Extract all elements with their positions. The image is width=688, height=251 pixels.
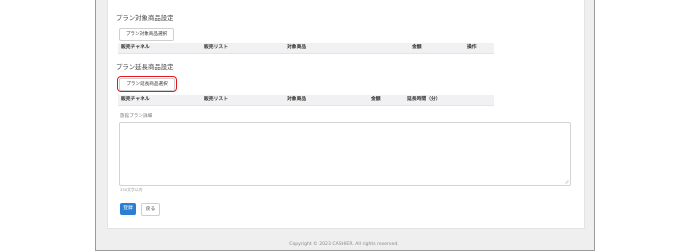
column-sales-channel: 販売チャネル	[121, 97, 150, 102]
column-target-product: 対象商品	[287, 97, 307, 102]
plan-extension-title: プラン延長商品設定	[116, 63, 174, 71]
footer-copyright: Copyright © 2023 CASHIER. All rights res…	[289, 242, 399, 247]
column-extension-minutes: 延長時間（分）	[407, 97, 441, 102]
column-sales-list: 販売リスト	[204, 45, 228, 50]
form-card: プラン対象商品設定 プラン対象商品選択 販売チャネル 販売リスト 対象商品 金額…	[107, 0, 585, 229]
column-amount: 金額	[371, 97, 381, 102]
back-button[interactable]: 戻る	[141, 203, 160, 216]
plan-extension-select-button[interactable]: プラン延長商品選択	[119, 77, 175, 91]
column-target-product: 対象商品	[287, 45, 307, 50]
plan-target-table-header: 販売チャネル 販売リスト 対象商品 金額 操作	[118, 43, 494, 54]
column-operation: 操作	[467, 45, 477, 50]
plan-extension-table-header: 販売チャネル 販売リスト 対象商品 金額 延長時間（分）	[118, 95, 494, 106]
column-sales-list: 販売リスト	[204, 97, 228, 102]
register-button[interactable]: 登録	[120, 203, 136, 215]
plan-target-title: プラン対象商品設定	[116, 14, 174, 22]
plan-details-label: 旅館プラン詳細	[120, 114, 153, 119]
column-amount: 金額	[412, 45, 422, 50]
character-limit-hint: 250文字以内	[120, 187, 143, 192]
resize-grip-icon[interactable]	[564, 179, 569, 184]
column-sales-channel: 販売チャネル	[121, 45, 150, 50]
highlight-box: プラン延長商品選択	[117, 76, 177, 92]
plan-details-textarea[interactable]	[119, 122, 571, 186]
plan-target-select-button[interactable]: プラン対象商品選択	[119, 28, 174, 41]
